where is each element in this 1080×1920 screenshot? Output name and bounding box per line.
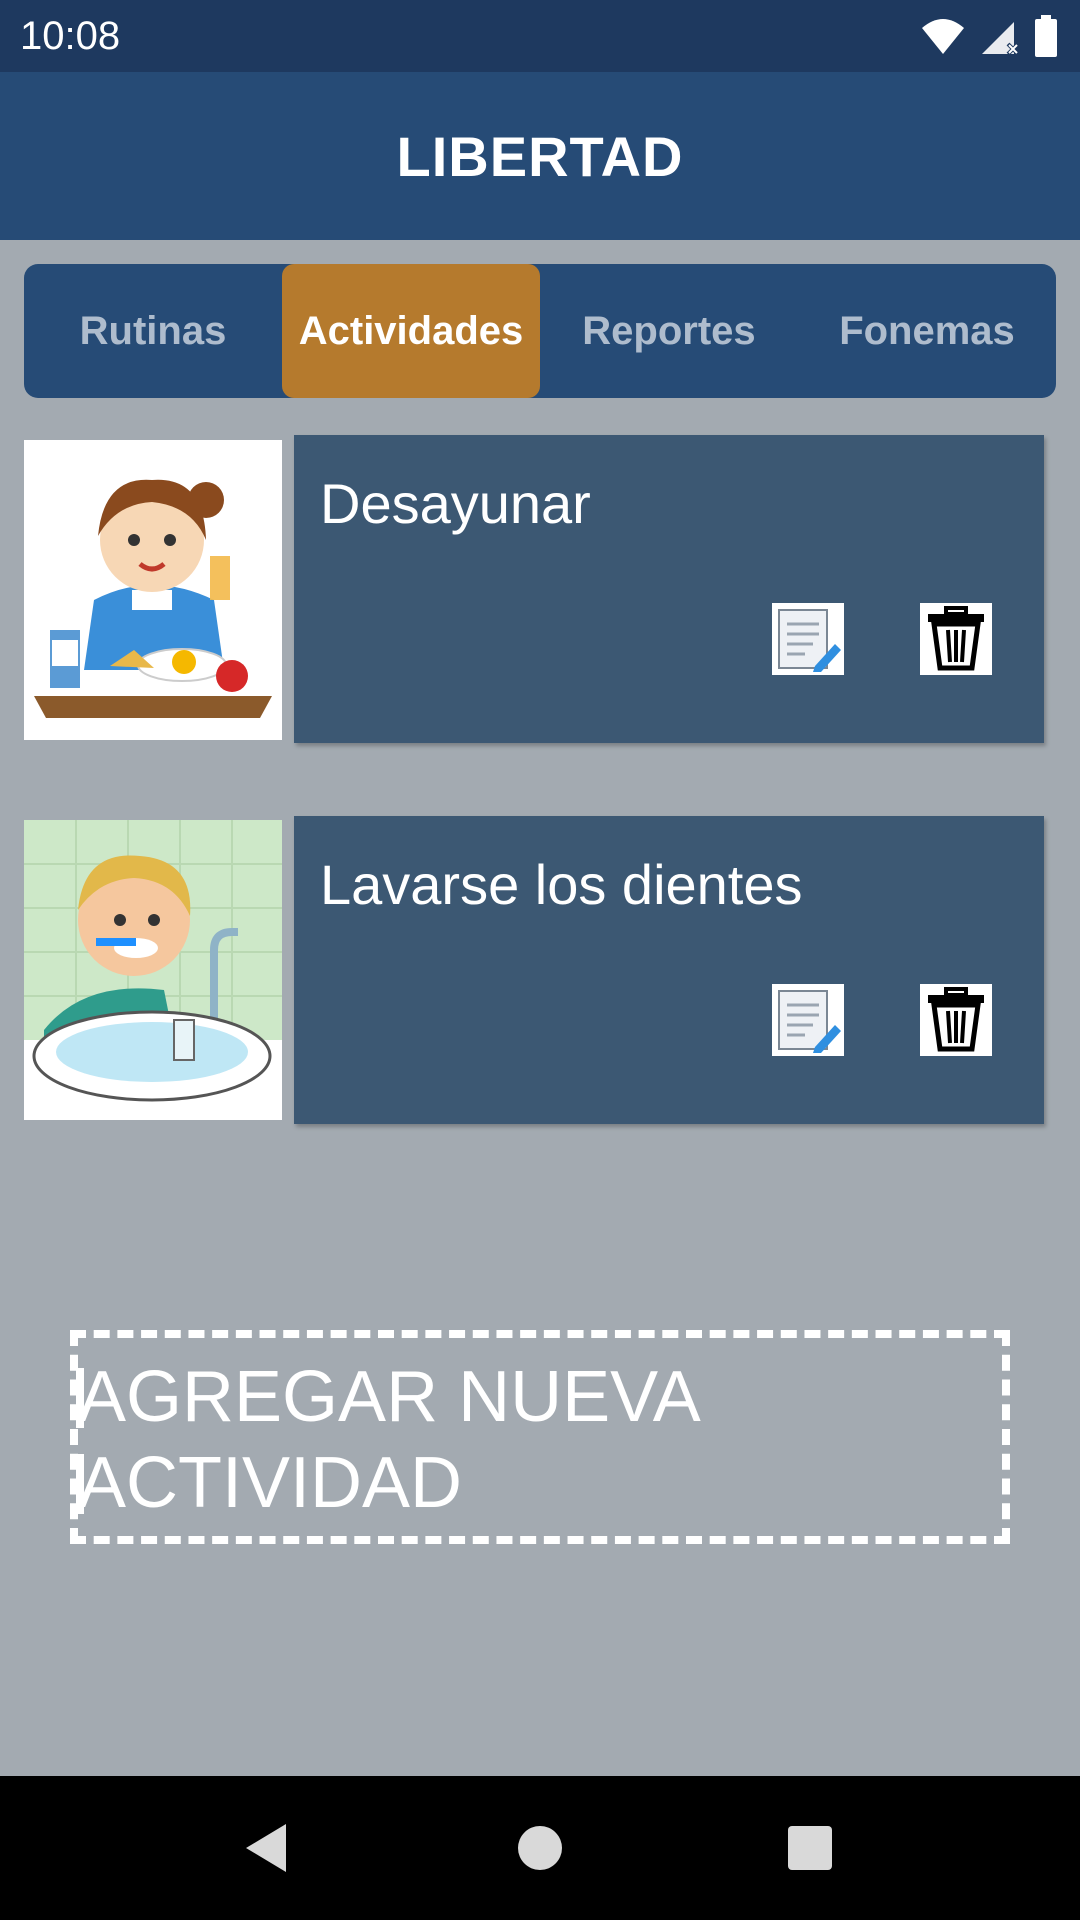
breakfast-illustration	[24, 479, 282, 740]
activity-image-breakfast[interactable]	[24, 440, 282, 740]
app-title: LIBERTAD	[396, 124, 684, 188]
edit-button[interactable]	[772, 603, 844, 675]
battery-icon	[1035, 15, 1057, 57]
status-icons	[920, 14, 1058, 58]
trash-icon	[928, 987, 984, 1052]
cell-signal-icon	[982, 22, 1020, 56]
activity-card-desayunar[interactable]: Desayunar	[294, 435, 1044, 743]
status-time: 10:08	[20, 14, 121, 58]
tab-fonemas[interactable]: Fonemas	[798, 264, 1056, 398]
delete-button[interactable]	[920, 603, 992, 675]
trash-icon	[928, 606, 984, 671]
activity-title: Desayunar	[320, 472, 591, 535]
tab-reportes[interactable]: Reportes	[540, 264, 798, 398]
edit-document-icon	[778, 609, 841, 672]
activity-image-teeth[interactable]	[24, 820, 282, 1120]
circle-home-icon[interactable]	[512, 1820, 568, 1876]
activity-card-lavarse-los-dientes[interactable]: Lavarse los dientes	[294, 816, 1044, 1124]
wifi-icon	[922, 19, 964, 54]
edit-button[interactable]	[772, 984, 844, 1056]
add-activity-label: AGREGAR NUEVA ACTIVIDAD	[76, 1354, 778, 1526]
navigation-bar	[0, 1776, 1080, 1920]
activity-title: Lavarse los dientes	[320, 853, 803, 916]
delete-button[interactable]	[920, 984, 992, 1056]
triangle-back-icon[interactable]	[240, 1820, 296, 1876]
brushing-teeth-illustration	[24, 820, 282, 1120]
add-activity-button[interactable]: AGREGAR NUEVA ACTIVIDAD	[70, 1330, 1010, 1544]
tab-bar: Rutinas Actividades Reportes Fonemas	[24, 264, 1056, 398]
square-recents-icon[interactable]	[782, 1820, 838, 1876]
app-bar: LIBERTAD	[0, 72, 1080, 240]
tab-rutinas[interactable]: Rutinas	[24, 264, 282, 398]
status-bar: 10:08	[0, 0, 1080, 72]
tab-actividades[interactable]: Actividades	[282, 264, 540, 398]
edit-document-icon	[778, 990, 841, 1053]
